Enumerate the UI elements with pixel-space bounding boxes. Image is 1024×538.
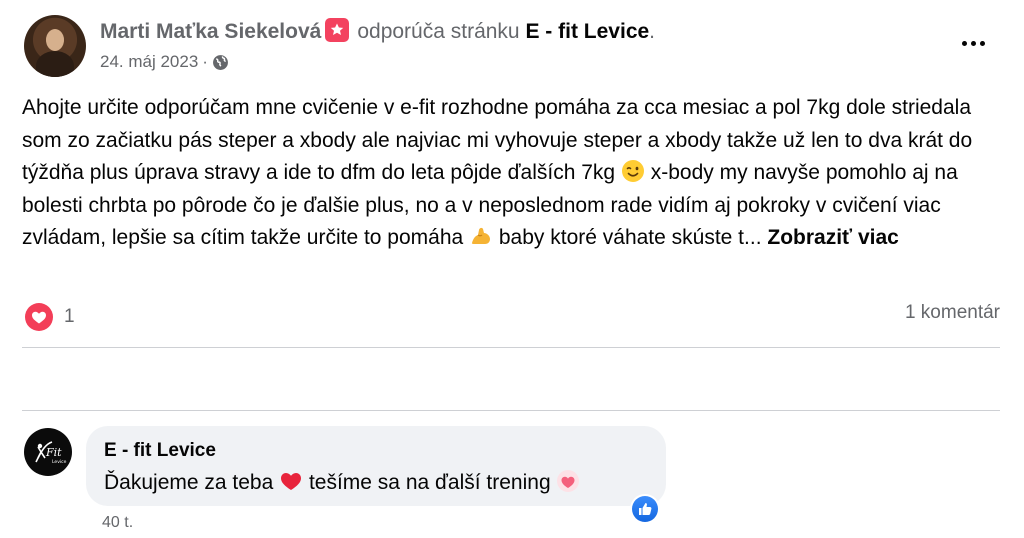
reactions-summary[interactable]: 1 [24,302,75,332]
header-period: . [649,20,656,43]
post-meta: 24. máj 2023 · [100,52,229,72]
post-date[interactable]: 24. máj 2023 [100,52,198,72]
recommend-icon [325,18,350,42]
author-avatar[interactable] [24,15,86,77]
comment-bubble: E - fit Levice Ďakujeme za teba tešíme s… [86,426,666,506]
love-reaction-icon [25,303,53,331]
see-more-link[interactable]: Zobraziť viac [767,226,898,249]
commenter-avatar[interactable]: Fit Levice [24,428,72,476]
divider-bottom [22,410,1000,411]
flexed-biceps-emoji [471,227,491,244]
page-link[interactable]: E - fit Levice [525,20,649,43]
post-text: Ahojte určite odporúčam mne cvičenie v e… [22,92,1007,255]
comment-text: Ďakujeme za teba tešíme sa na ďalší tren… [104,469,580,495]
comment-text-part1: Ďakujeme za teba [104,471,274,494]
svg-text:Levice: Levice [52,459,67,465]
wink-emoji [621,160,644,182]
comments-count[interactable]: 1 komentár [905,302,1000,324]
more-options-icon[interactable] [953,30,993,56]
sparkling-heart-emoji [557,470,580,492]
comment-text-part2: tešíme sa na ďalší trening [303,471,551,494]
reaction-count: 1 [64,306,75,327]
post-header: Marti Maťka Siekelová odporúča stránku E … [100,18,655,45]
author-name[interactable]: Marti Maťka Siekelová [100,20,321,43]
comment-timestamp[interactable]: 40 t. [102,514,133,532]
meta-separator: · [202,52,208,71]
globe-icon [213,54,228,70]
like-reaction-icon[interactable] [630,494,660,524]
red-heart-emoji [281,473,302,490]
svg-text:Fit: Fit [45,446,62,459]
recommend-action-text: odporúča stránku [357,20,520,43]
commenter-name[interactable]: E - fit Levice [104,440,216,462]
divider-top [22,347,1000,348]
post-text-part3: baby ktoré váhate skúste t... [493,226,762,249]
